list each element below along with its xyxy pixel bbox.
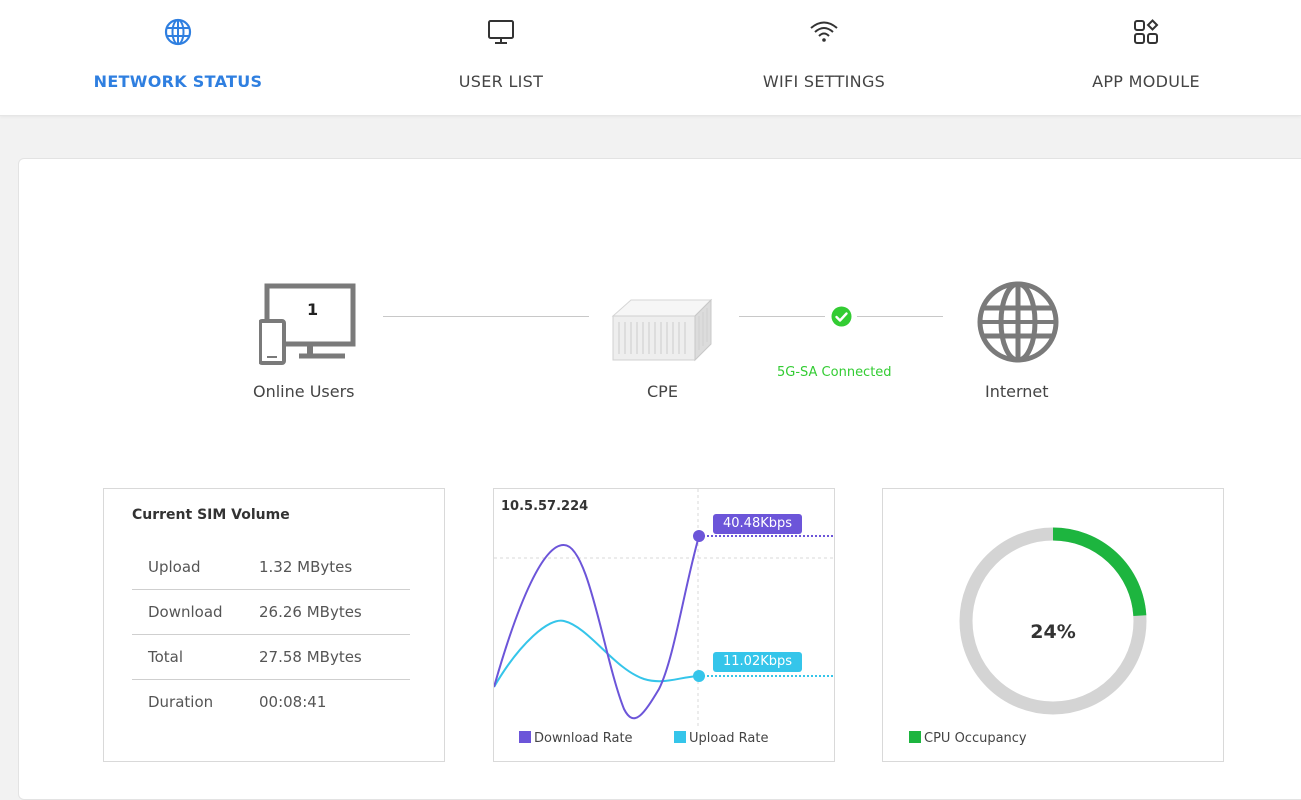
table-row: Download 26.26 MBytes [132,590,410,635]
legend-download-label: Download Rate [534,731,633,746]
tab-user-list[interactable]: USER LIST [391,0,611,115]
duration-value: 00:08:41 [259,693,327,711]
download-rate-badge: 40.48Kbps [713,514,803,534]
legend-upload[interactable]: Upload Rate [674,731,769,746]
rate-chart-card: 10.5.57.224 40.48Kbps 11.02Kbps Download… [493,488,835,762]
internet-label: Internet [985,382,1049,401]
online-users-icon[interactable] [259,283,359,369]
table-row: Duration 00:08:41 [132,680,410,725]
cpe-label: CPE [647,382,678,401]
cpu-card: 24% CPU Occupancy [882,488,1224,762]
sim-volume-card: Current SIM Volume Upload 1.32 MBytes Do… [103,488,445,762]
wifi-icon [810,21,838,42]
status-to-internet-line [857,316,943,317]
tab-app-module[interactable]: APP MODULE [1036,0,1256,115]
top-navigation: NETWORK STATUS USER LIST WIFI SETTINGS A… [0,0,1301,116]
upload-value: 1.32 MBytes [259,558,353,576]
cpe-to-status-line [739,316,825,317]
legend-cpu[interactable]: CPU Occupancy [909,731,1027,746]
cpe-device-image [611,298,713,362]
online-users-label: Online Users [253,382,355,401]
legend-cpu-swatch [909,731,921,743]
upload-label: Upload [148,558,201,576]
network-status-panel: 1 Online Users CPE 5G-SA Connected Inter… [18,158,1301,800]
users-to-cpe-line [383,316,589,317]
total-value: 27.58 MBytes [259,648,362,666]
legend-download-swatch [519,731,531,743]
total-label: Total [148,648,184,666]
legend-cpu-label: CPU Occupancy [924,731,1027,746]
cpu-percentage: 24% [1030,621,1076,643]
tab-wifi-settings-label: WIFI SETTINGS [762,72,886,91]
download-series-line [494,535,700,720]
tab-app-module-label: APP MODULE [1092,72,1200,91]
tab-user-list-label: USER LIST [458,72,544,91]
tab-network-status[interactable]: NETWORK STATUS [68,0,288,115]
duration-label: Duration [148,693,214,711]
table-row: Upload 1.32 MBytes [132,545,410,590]
globe-icon [164,18,192,46]
monitor-icon [488,20,514,44]
apps-grid-icon [1134,19,1159,44]
download-value: 26.26 MBytes [259,603,362,621]
sim-volume-title: Current SIM Volume [132,507,290,523]
upload-series-line [494,619,700,688]
tab-wifi-settings[interactable]: WIFI SETTINGS [714,0,934,115]
online-users-count: 1 [307,300,319,319]
tab-network-status-label: NETWORK STATUS [93,72,263,91]
connection-status-text: 5G-SA Connected [777,365,892,380]
legend-upload-swatch [674,731,686,743]
upload-current-point [693,670,705,682]
download-label: Download [148,603,223,621]
internet-globe-icon [977,281,1059,363]
upload-rate-badge: 11.02Kbps [713,652,803,672]
table-row: Total 27.58 MBytes [132,635,410,680]
legend-upload-label: Upload Rate [689,731,769,746]
connected-check-icon [831,306,852,327]
download-current-point [693,530,705,542]
legend-download[interactable]: Download Rate [519,731,633,746]
sim-volume-table: Upload 1.32 MBytes Download 26.26 MBytes… [132,545,410,724]
